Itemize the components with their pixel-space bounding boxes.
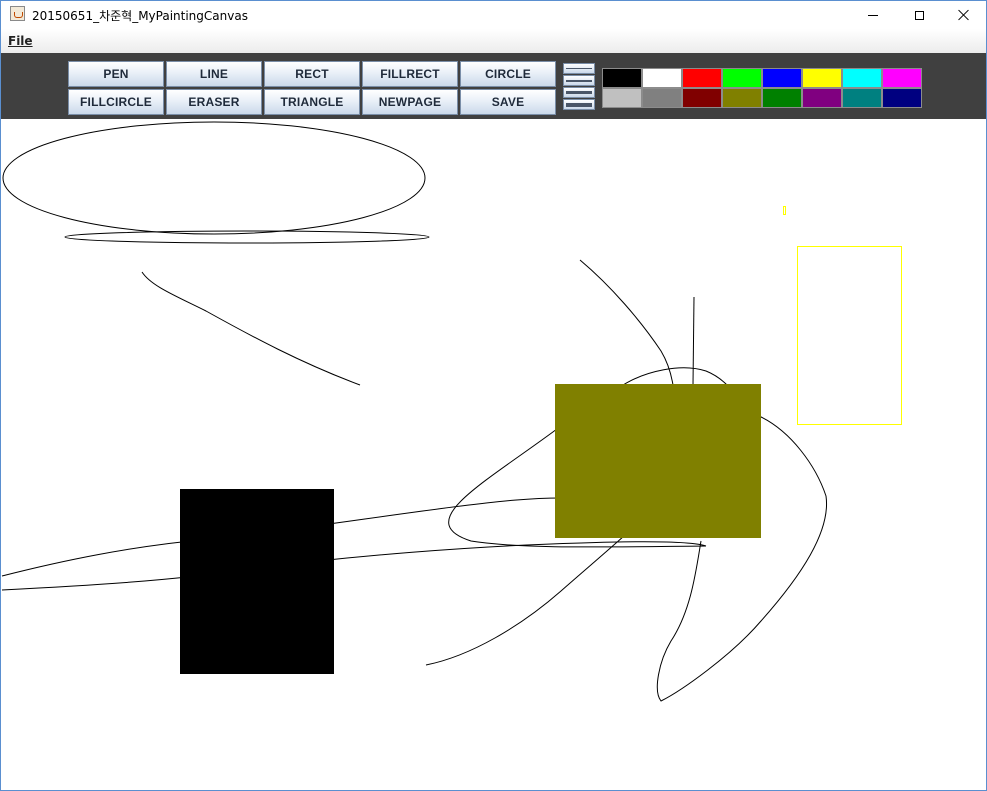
color-swatch[interactable]: [882, 68, 922, 88]
thickness-thin-button[interactable]: [563, 63, 595, 74]
thickness-medium-button[interactable]: [563, 75, 595, 86]
yellow-small-mark: [783, 206, 786, 215]
color-swatch[interactable]: [842, 88, 882, 108]
menu-bar: File: [1, 29, 986, 53]
pen-stroke-diagonal: [141, 271, 361, 386]
triangle-tool-button[interactable]: TRIANGLE: [264, 89, 360, 115]
app-window: 20150651_차준혁_MyPaintingCanvas File PEN L…: [0, 0, 987, 791]
color-swatch[interactable]: [802, 88, 842, 108]
drawing-canvas[interactable]: [1, 119, 986, 790]
rect-tool-button[interactable]: RECT: [264, 61, 360, 87]
color-swatch[interactable]: [802, 68, 842, 88]
window-title: 20150651_차준혁_MyPaintingCanvas: [32, 9, 248, 23]
save-button[interactable]: SAVE: [460, 89, 556, 115]
outline-ellipse-flat: [64, 230, 430, 244]
thin-line-icon: [566, 68, 592, 69]
minimize-button[interactable]: [850, 1, 896, 29]
thickness-thick-button[interactable]: [563, 87, 595, 98]
color-swatch[interactable]: [682, 88, 722, 108]
pen-stroke-top-arc: [622, 367, 728, 386]
color-swatch[interactable]: [602, 88, 642, 108]
color-swatch[interactable]: [882, 88, 922, 108]
eraser-tool-button[interactable]: ERASER: [166, 89, 262, 115]
minimize-icon: [868, 14, 878, 16]
thickness-extra-thick-button[interactable]: [563, 99, 595, 110]
pen-tool-button[interactable]: PEN: [68, 61, 164, 87]
color-swatch[interactable]: [682, 68, 722, 88]
menu-file[interactable]: File: [8, 34, 33, 48]
newpage-button[interactable]: NEWPAGE: [362, 89, 458, 115]
filled-black-rect: [180, 489, 334, 674]
color-swatch[interactable]: [722, 88, 762, 108]
canvas-drawing: [1, 121, 902, 702]
circle-tool-button[interactable]: CIRCLE: [460, 61, 556, 87]
yellow-outline-rect: [797, 246, 902, 425]
color-swatch[interactable]: [722, 68, 762, 88]
color-swatch[interactable]: [762, 68, 802, 88]
color-swatch[interactable]: [842, 68, 882, 88]
filled-olive-rect: [555, 384, 761, 538]
color-swatch[interactable]: [602, 68, 642, 88]
color-swatch[interactable]: [642, 88, 682, 108]
close-button[interactable]: [941, 1, 986, 29]
close-icon: [958, 9, 970, 21]
fillrect-tool-button[interactable]: FILLRECT: [362, 61, 458, 87]
title-bar[interactable]: 20150651_차준혁_MyPaintingCanvas: [1, 1, 986, 29]
pen-stroke-upper-curve: [579, 259, 674, 386]
pen-stroke-lower-horizontal: [1, 541, 707, 591]
medium-line-icon: [566, 79, 592, 82]
maximize-button[interactable]: [896, 1, 942, 29]
line-tool-button[interactable]: LINE: [166, 61, 262, 87]
color-swatch[interactable]: [642, 68, 682, 88]
toolbar: PEN LINE RECT FILLRECT CIRCLE FILLCIRCLE…: [1, 53, 986, 119]
outline-ellipse-large: [2, 121, 426, 235]
fillcircle-tool-button[interactable]: FILLCIRCLE: [68, 89, 164, 115]
maximize-icon: [914, 10, 924, 20]
color-swatch[interactable]: [762, 88, 802, 108]
thick-line-icon: [566, 91, 592, 94]
pen-stroke-vertical: [692, 296, 695, 386]
extra-thick-line-icon: [566, 102, 592, 107]
java-app-icon: [10, 6, 25, 21]
